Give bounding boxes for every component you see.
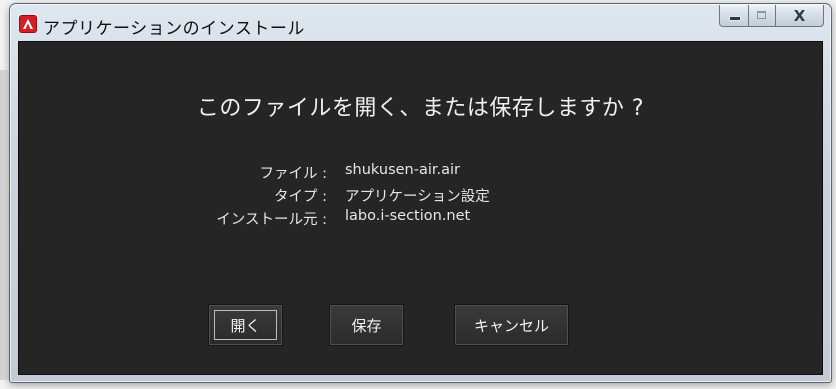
- maximize-button[interactable]: [749, 5, 776, 27]
- cancel-button[interactable]: キャンセル: [455, 305, 568, 345]
- cancel-button-label: キャンセル: [473, 317, 549, 335]
- type-label: タイプ :: [274, 189, 327, 205]
- source-label: インストール元 :: [216, 212, 327, 228]
- window-title: アプリケーションのインストール: [43, 19, 305, 39]
- install-dialog-window: アプリケーションのインストール X このファイルを開く、または保存しますか ? …: [9, 3, 832, 383]
- dialog-buttons: 開く 保存 キャンセル: [19, 305, 822, 345]
- close-icon: X: [793, 7, 806, 25]
- info-row-source: インストール元 : labo.i-section.net: [19, 208, 822, 231]
- maximize-icon: [757, 11, 766, 19]
- adobe-air-icon: [20, 16, 36, 32]
- dialog-content: このファイルを開く、または保存しますか ? ファイル : shukusen-ai…: [18, 41, 823, 375]
- type-value: アプリケーション設定: [345, 189, 490, 205]
- source-value: labo.i-section.net: [345, 208, 471, 224]
- save-button-label: 保存: [351, 317, 382, 335]
- desktop-background: アプリケーションのインストール X このファイルを開く、または保存しますか ? …: [0, 0, 836, 389]
- caption-buttons: X: [719, 5, 824, 27]
- save-button[interactable]: 保存: [330, 305, 403, 345]
- info-row-type: タイプ : アプリケーション設定: [19, 185, 822, 208]
- file-info: ファイル : shukusen-air.air タイプ : アプリケーション設定…: [19, 162, 822, 231]
- focus-ring: [214, 310, 277, 340]
- title-bar[interactable]: アプリケーションのインストール X: [10, 4, 831, 40]
- dialog-question: このファイルを開く、または保存しますか ?: [196, 96, 645, 121]
- minimize-button[interactable]: [719, 5, 749, 27]
- minimize-icon: [730, 17, 740, 20]
- open-button[interactable]: 開く: [209, 305, 282, 345]
- file-value: shukusen-air.air: [345, 162, 461, 178]
- info-row-file: ファイル : shukusen-air.air: [19, 162, 822, 185]
- close-button[interactable]: X: [776, 5, 824, 27]
- file-label: ファイル :: [259, 166, 328, 182]
